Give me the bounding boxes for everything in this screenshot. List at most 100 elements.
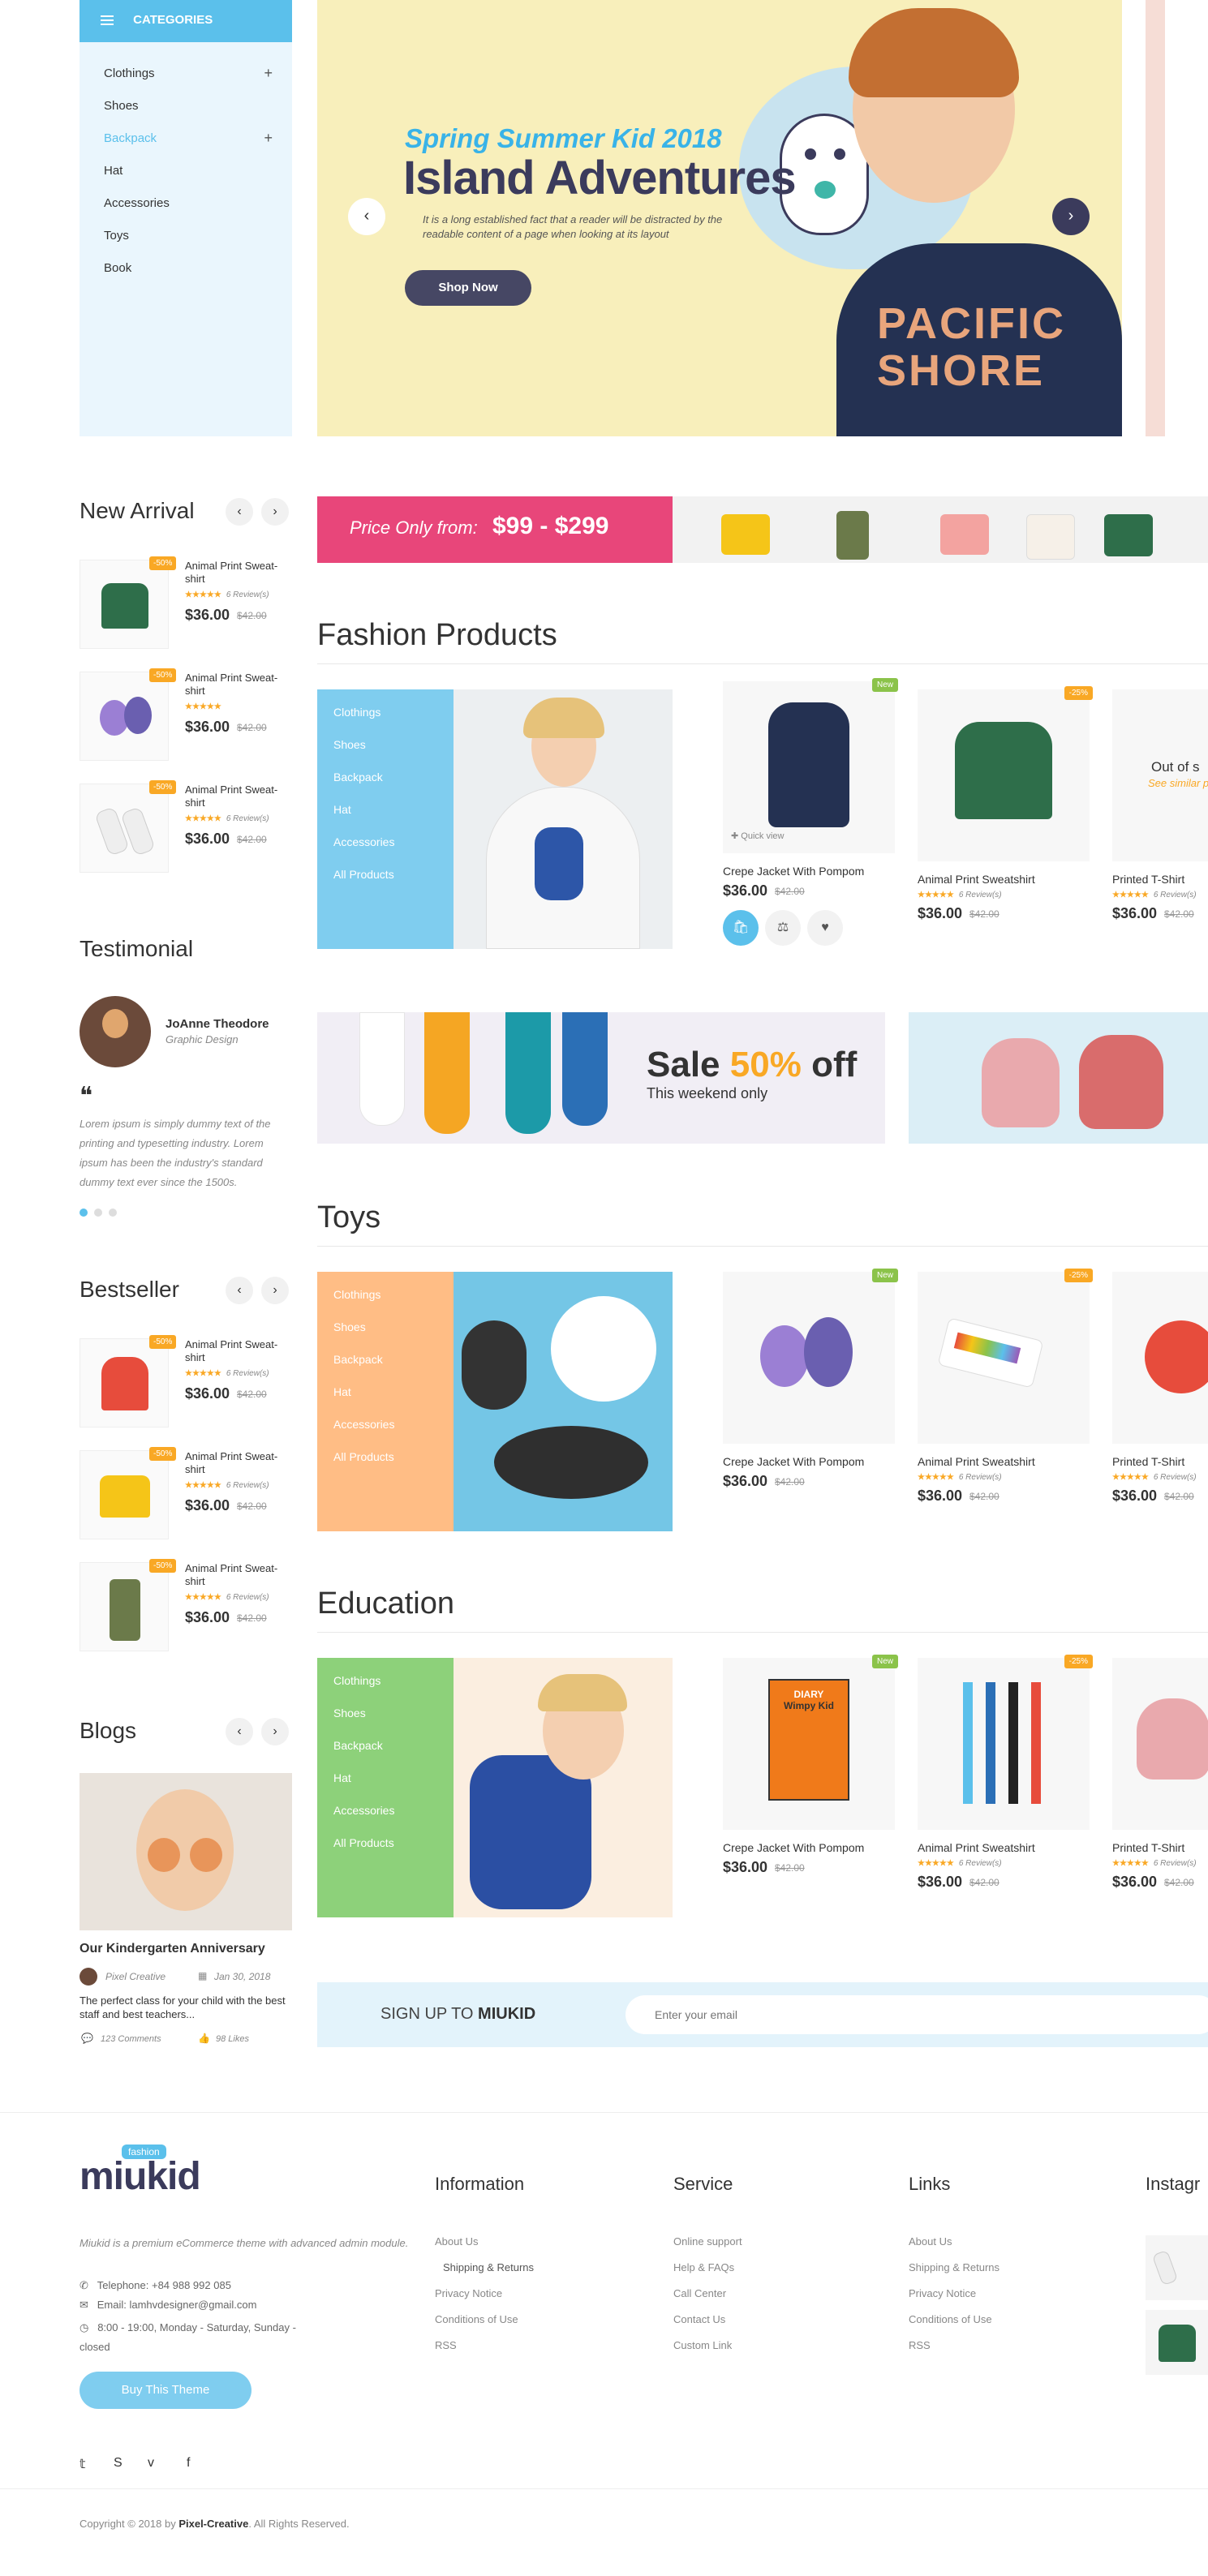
footer-link[interactable]: RSS	[435, 2339, 457, 2351]
product-name[interactable]: Animal Print Sweatshirt	[918, 1841, 1035, 1854]
panel-link[interactable]: Backpack	[317, 771, 454, 803]
sale-banner[interactable]: Sale 50% off This weekend only	[317, 1012, 885, 1144]
blogs-next-icon[interactable]: ›	[261, 1718, 289, 1745]
blog-author[interactable]: Pixel Creative	[105, 1971, 166, 1982]
product-image[interactable]	[80, 1562, 169, 1651]
category-item-backpack[interactable]: Backpack +	[80, 130, 292, 164]
toys-panel-photo[interactable]	[454, 1272, 673, 1531]
fashion-panel-photo[interactable]	[454, 689, 673, 949]
education-panel-photo[interactable]	[454, 1658, 673, 1917]
product-card[interactable]: Printed T-Shirt ★★★★★ 6 Review(s) $36.00 …	[1112, 1272, 1208, 1515]
footer-link[interactable]: Help & FAQs	[673, 2261, 734, 2273]
blog-image[interactable]	[80, 1773, 292, 1930]
product-image[interactable]	[1112, 689, 1208, 861]
panel-link[interactable]: All Products	[317, 868, 454, 900]
product-image[interactable]	[723, 1272, 895, 1444]
category-item-accessories[interactable]: Accessories	[80, 196, 292, 229]
product-image[interactable]	[80, 1338, 169, 1428]
panel-link[interactable]: Clothings	[317, 1674, 454, 1707]
footer-link[interactable]: Online support	[673, 2235, 742, 2248]
new-arrival-prev-icon[interactable]: ‹	[226, 498, 253, 526]
backpack-banner[interactable]	[909, 1012, 1208, 1144]
vine-icon[interactable]: v	[148, 2456, 154, 2471]
panel-link[interactable]: All Products	[317, 1836, 454, 1869]
panel-link[interactable]: Backpack	[317, 1353, 454, 1385]
product-name[interactable]: Crepe Jacket With Pompom	[723, 1455, 864, 1468]
mini-product[interactable]: -50% Animal Print Sweat-shirt ★★★★★ 6 Rev…	[80, 1559, 292, 1651]
instagram-photo[interactable]	[1146, 2310, 1208, 2375]
category-item-toys[interactable]: Toys	[80, 229, 292, 261]
category-item-shoes[interactable]: Shoes	[80, 99, 292, 131]
product-name[interactable]: Printed T-Shirt	[1112, 873, 1184, 886]
mini-product[interactable]: -50% Animal Print Sweat-shirt ★★★★★ 6 Rev…	[80, 556, 292, 649]
footer-link[interactable]: Conditions of Use	[435, 2313, 518, 2325]
bestseller-prev-icon[interactable]: ‹	[226, 1277, 253, 1304]
footer-link[interactable]: Shipping & Returns	[443, 2261, 534, 2273]
footer-link[interactable]: Custom Link	[673, 2339, 732, 2351]
product-name[interactable]: Animal Print Sweat-shirt	[185, 560, 290, 586]
blog-post-title[interactable]: Our Kindergarten Anniversary	[80, 1942, 265, 1956]
product-image[interactable]	[918, 1658, 1090, 1830]
compare-icon[interactable]: ⚖	[765, 910, 801, 946]
product-card[interactable]: Printed T-Shirt ★★★★★ 6 Review(s) $36.00 …	[1112, 1658, 1208, 1901]
product-name[interactable]: Animal Print Sweatshirt	[918, 873, 1035, 886]
product-name[interactable]: Animal Print Sweat-shirt	[185, 672, 290, 698]
panel-link[interactable]: Shoes	[317, 1707, 454, 1739]
product-name[interactable]: Animal Print Sweat-shirt	[185, 1338, 290, 1364]
footer-link[interactable]: Privacy Notice	[909, 2287, 976, 2299]
panel-link[interactable]: Accessories	[317, 1804, 454, 1836]
expand-icon[interactable]: +	[264, 65, 273, 82]
panel-link[interactable]: All Products	[317, 1450, 454, 1483]
panel-link[interactable]: Shoes	[317, 738, 454, 771]
add-to-cart-icon[interactable]: 🛍	[723, 910, 759, 946]
product-image[interactable]	[723, 681, 895, 853]
blogs-prev-icon[interactable]: ‹	[226, 1718, 253, 1745]
footer-link[interactable]: RSS	[909, 2339, 931, 2351]
product-image[interactable]	[1112, 1658, 1208, 1830]
mini-product[interactable]: -50% Animal Print Sweat-shirt ★★★★★ 6 Rev…	[80, 780, 292, 873]
skype-icon[interactable]: S	[114, 2456, 123, 2471]
product-card[interactable]: Out of s See similar p Printed T-Shirt ★…	[1112, 689, 1208, 933]
footer-link[interactable]: Conditions of Use	[909, 2313, 992, 2325]
price-promo-banner[interactable]: Price Only from: $99 - $299	[317, 496, 673, 563]
buy-theme-button[interactable]: Buy This Theme	[80, 2372, 251, 2409]
product-image[interactable]	[80, 672, 169, 761]
panel-link[interactable]: Hat	[317, 803, 454, 835]
product-image[interactable]	[1112, 1272, 1208, 1444]
panel-link[interactable]: Hat	[317, 1771, 454, 1804]
product-image[interactable]	[918, 689, 1090, 861]
slider-dot[interactable]	[94, 1209, 102, 1217]
product-name[interactable]: Crepe Jacket With Pompom	[723, 865, 864, 878]
category-item-hat[interactable]: Hat	[80, 164, 292, 196]
product-name[interactable]: Crepe Jacket With Pompom	[723, 1841, 864, 1854]
panel-link[interactable]: Clothings	[317, 1288, 454, 1320]
product-name[interactable]: Animal Print Sweat-shirt	[185, 784, 290, 809]
email-input[interactable]	[625, 1995, 1208, 2034]
product-image[interactable]	[80, 560, 169, 649]
blog-likes[interactable]: 98 Likes	[216, 2034, 249, 2044]
quick-view-link[interactable]: ✚ Quick view	[731, 831, 784, 841]
facebook-icon[interactable]: f	[187, 2456, 190, 2471]
footer-link[interactable]: About Us	[909, 2235, 952, 2248]
panel-link[interactable]: Shoes	[317, 1320, 454, 1353]
panel-link[interactable]: Clothings	[317, 706, 454, 738]
mini-product[interactable]: -50% Animal Print Sweat-shirt ★★★★★ 6 Rev…	[80, 1447, 292, 1539]
categories-header[interactable]: CATEGORIES	[80, 0, 292, 42]
expand-icon[interactable]: +	[264, 130, 273, 147]
panel-link[interactable]: Backpack	[317, 1739, 454, 1771]
footer-link[interactable]: About Us	[435, 2235, 478, 2248]
product-image[interactable]	[80, 1450, 169, 1539]
twitter-icon[interactable]: 𝕥	[80, 2456, 85, 2472]
product-name[interactable]: Animal Print Sweat-shirt	[185, 1562, 290, 1588]
bestseller-next-icon[interactable]: ›	[261, 1277, 289, 1304]
category-item-clothings[interactable]: Clothings +	[80, 65, 292, 99]
wishlist-heart-icon[interactable]: ♥	[807, 910, 843, 946]
mini-product[interactable]: -50% Animal Print Sweat-shirt ★★★★★ 6 Rev…	[80, 1335, 292, 1428]
promo-clothes-image[interactable]	[673, 496, 1208, 563]
product-image[interactable]	[80, 784, 169, 873]
copyright-brand[interactable]: Pixel-Creative	[178, 2518, 248, 2530]
category-item-book[interactable]: Book	[80, 261, 292, 294]
product-image[interactable]	[918, 1272, 1090, 1444]
slider-dot[interactable]	[109, 1209, 117, 1217]
footer-link[interactable]: Shipping & Returns	[909, 2261, 1000, 2273]
